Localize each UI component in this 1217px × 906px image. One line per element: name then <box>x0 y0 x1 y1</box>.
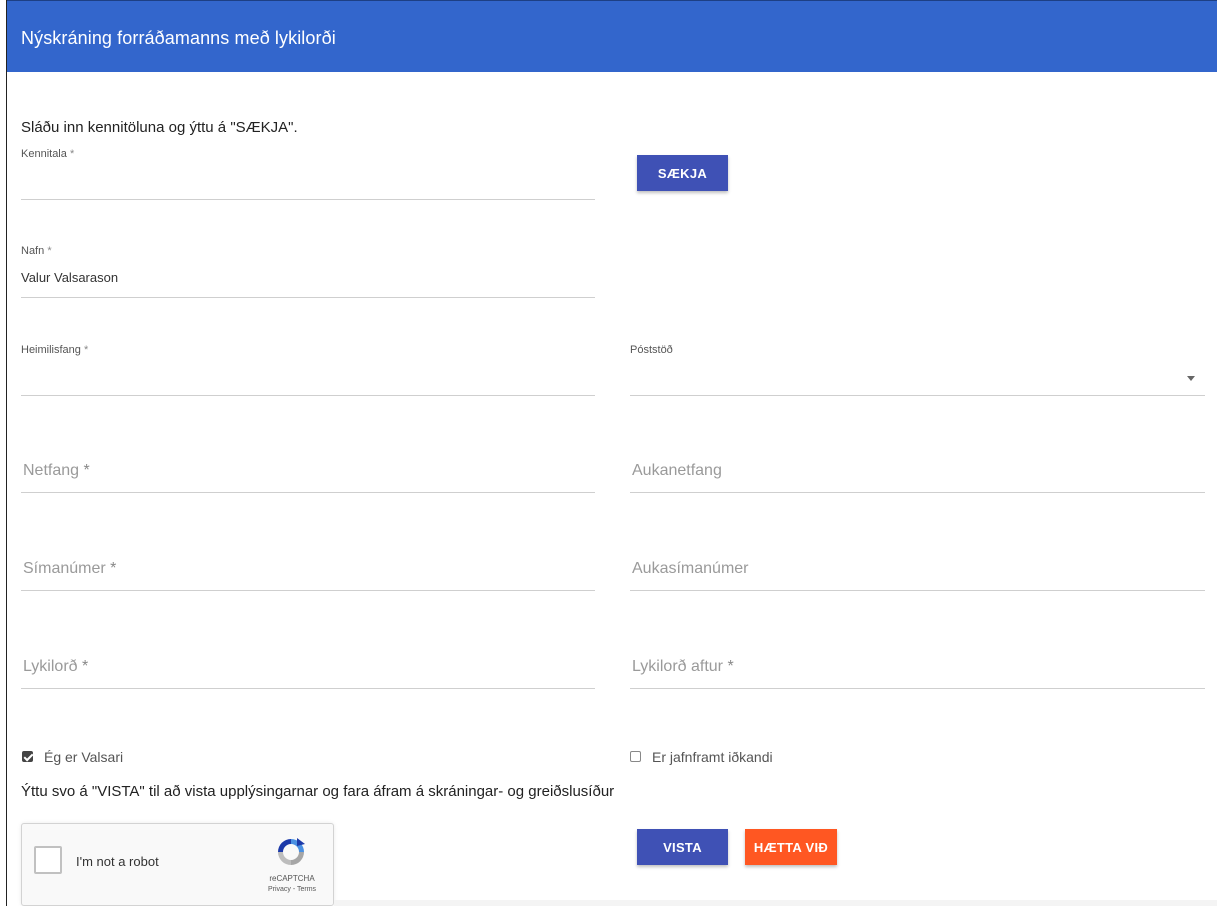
recaptcha-privacy-terms-link[interactable]: Privacy - Terms <box>262 886 322 893</box>
haetta-vid-button[interactable]: HÆTTA VIÐ <box>745 829 837 865</box>
nafn-underline <box>21 297 595 298</box>
valsari-label: Ég er Valsari <box>44 749 124 765</box>
idkandi-checkbox[interactable] <box>630 751 641 762</box>
required-marker: * <box>47 245 52 257</box>
instruction-top: Sláðu inn kennitöluna og ýttu á "SÆKJA". <box>21 119 298 136</box>
poststod-underline <box>630 395 1205 396</box>
recaptcha-widget: I'm not a robot reCAPTCHA Privacy - Term… <box>21 823 334 906</box>
recaptcha-checkbox[interactable] <box>34 846 62 874</box>
saekja-button[interactable]: SÆKJA <box>637 155 728 191</box>
nafn-value: Valur Valsarason <box>21 270 119 285</box>
page-header: Nýskráning forráðamanns með lykilorði <box>7 0 1217 72</box>
lykilord-aftur-field[interactable]: Lykilorð aftur * <box>630 651 1205 689</box>
heimilisfang-label: Heimilisfang <box>21 344 81 356</box>
required-marker: * <box>110 560 117 577</box>
required-marker: * <box>83 462 90 479</box>
kennitala-underline <box>21 199 595 200</box>
poststod-label: Póststöð <box>630 344 673 356</box>
aukasimanumer-label: Aukasímanúmer <box>632 560 749 577</box>
idkandi-label: Er jafnframt iðkandi <box>652 749 773 765</box>
netfang-underline <box>21 492 595 493</box>
aukasimanumer-field[interactable]: Aukasímanúmer <box>630 553 1205 591</box>
simanumer-label: Símanúmer <box>23 560 106 577</box>
lykilord-field[interactable]: Lykilorð * <box>21 651 595 689</box>
aukasimanumer-underline <box>630 590 1205 591</box>
heimilisfang-field[interactable]: Heimilisfang * <box>21 339 595 396</box>
aukanetfang-field[interactable]: Aukanetfang <box>630 455 1205 493</box>
required-marker: * <box>727 658 734 675</box>
lykilord-label: Lykilorð <box>23 658 78 675</box>
heimilisfang-underline <box>21 395 595 396</box>
instruction-bottom: Ýttu svo á "VISTA" til að vista upplýsin… <box>21 783 615 800</box>
required-marker: * <box>82 658 89 675</box>
kennitala-label: Kennitala <box>21 148 67 160</box>
lykilord-aftur-label: Lykilorð aftur <box>632 658 723 675</box>
simanumer-field[interactable]: Símanúmer * <box>21 553 595 591</box>
recaptcha-label: I'm not a robot <box>76 854 159 869</box>
netfang-label: Netfang <box>23 462 80 479</box>
kennitala-field[interactable]: Kennitala * <box>21 145 595 200</box>
vista-button[interactable]: VISTA <box>637 829 728 865</box>
required-marker: * <box>69 148 75 160</box>
simanumer-underline <box>21 590 595 591</box>
required-marker: * <box>83 344 89 356</box>
nafn-field[interactable]: Nafn * Valur Valsarason <box>21 241 595 298</box>
netfang-field[interactable]: Netfang * <box>21 455 595 493</box>
recaptcha-brand: reCAPTCHA <box>269 874 315 883</box>
recaptcha-logo-icon <box>278 838 305 865</box>
poststod-select[interactable]: Póststöð <box>630 339 1205 396</box>
caret-down-icon[interactable] <box>1187 376 1195 381</box>
aukanetfang-underline <box>630 492 1205 493</box>
aukanetfang-label: Aukanetfang <box>632 462 722 479</box>
lykilord-underline <box>21 688 595 689</box>
nafn-label: Nafn <box>21 245 45 257</box>
page-title: Nýskráning forráðamanns með lykilorði <box>21 28 336 48</box>
footer-strip <box>334 900 1217 906</box>
lykilord-aftur-underline <box>630 688 1205 689</box>
valsari-checkbox[interactable] <box>22 751 33 762</box>
